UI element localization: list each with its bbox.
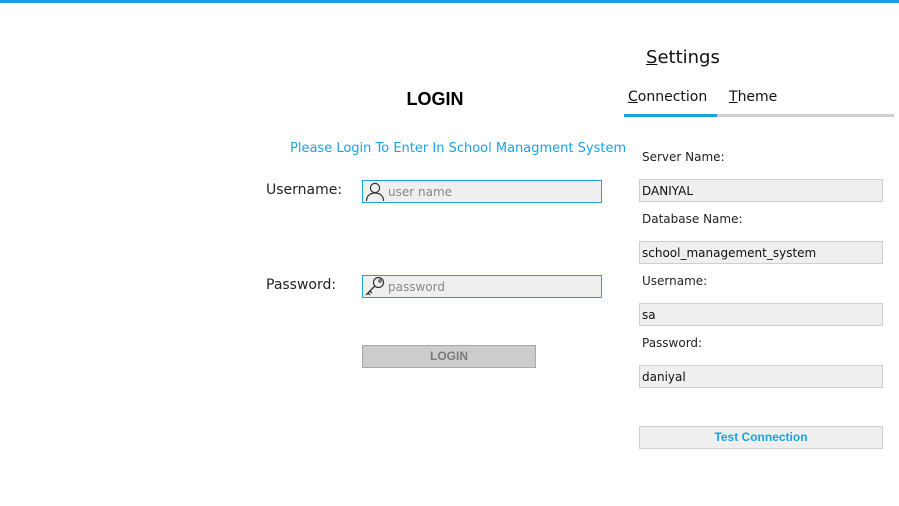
database-name-field[interactable]: [639, 241, 883, 264]
tab-connection-mnemonic: C: [628, 89, 638, 105]
username-input[interactable]: [388, 181, 596, 202]
db-password-field[interactable]: [639, 365, 883, 388]
settings-title-text: ettings: [657, 47, 720, 68]
window-accent-bar: [0, 0, 899, 3]
db-username-field[interactable]: [639, 303, 883, 326]
server-name-input[interactable]: [642, 180, 878, 201]
tab-connection[interactable]: Connection: [628, 89, 707, 105]
database-name-label: Database Name:: [642, 212, 743, 226]
tab-theme[interactable]: Theme: [729, 89, 777, 105]
username-label: Username:: [266, 182, 343, 198]
tab-theme-mnemonic: T: [729, 89, 738, 105]
login-title: LOGIN: [406, 89, 464, 109]
db-password-label: Password:: [642, 336, 703, 350]
db-password-input[interactable]: [642, 366, 878, 387]
db-username-input[interactable]: [642, 304, 878, 325]
login-button[interactable]: LOGIN: [362, 345, 536, 368]
test-connection-button[interactable]: Test Connection: [639, 426, 883, 449]
user-icon: [364, 181, 386, 202]
password-field[interactable]: [362, 275, 602, 298]
settings-title: Settings: [646, 47, 720, 68]
tab-connection-label: onnection: [637, 89, 708, 105]
login-subtitle: Please Login To Enter In School Managmen…: [290, 141, 627, 156]
tab-theme-label: heme: [737, 89, 778, 105]
password-input[interactable]: [388, 276, 596, 297]
server-name-field[interactable]: [639, 179, 883, 202]
tab-selected-indicator: [624, 114, 717, 117]
db-username-label: Username:: [642, 274, 708, 288]
server-name-label: Server Name:: [642, 150, 725, 164]
app-window: LOGIN Please Login To Enter In School Ma…: [0, 0, 899, 506]
password-label: Password:: [266, 277, 337, 293]
username-field[interactable]: [362, 180, 602, 203]
settings-title-mnemonic: S: [646, 47, 658, 68]
database-name-input[interactable]: [642, 242, 878, 263]
key-icon: [364, 276, 386, 297]
